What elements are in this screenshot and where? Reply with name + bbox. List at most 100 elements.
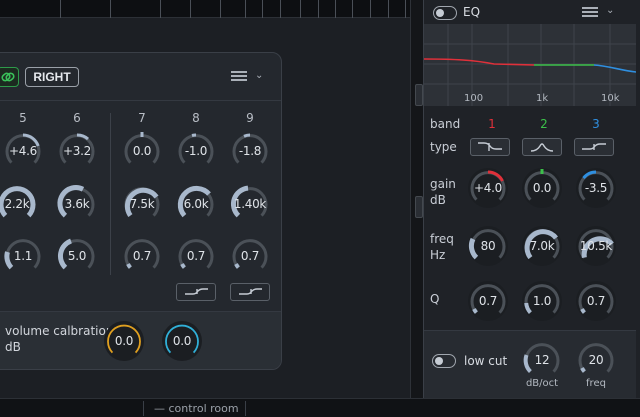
low-cut-freq-knob[interactable]: 20 <box>574 338 618 382</box>
low-cut-slope-unit: dB/oct <box>525 378 559 389</box>
band-number-3: 3 <box>592 117 600 131</box>
q-value-8: 0.7 <box>186 249 206 263</box>
freq-row-label: freq <box>430 232 454 246</box>
band-number-5: 5 <box>19 111 27 125</box>
eq-freq-knob-1[interactable]: 80 <box>466 224 510 268</box>
high-shelf-icon <box>239 288 262 295</box>
gain-knob-7[interactable]: 0.0 <box>120 129 164 173</box>
freq-knob-9[interactable]: 1.40k <box>228 182 272 226</box>
control-room-label[interactable]: — control room <box>154 402 239 415</box>
status-separator <box>143 401 144 416</box>
gain-knob-5[interactable]: +4.6 <box>1 129 45 173</box>
band-9-type-button[interactable] <box>230 283 270 301</box>
channel-right-button[interactable]: RIGHT <box>25 67 79 87</box>
eq-title: EQ <box>463 5 481 19</box>
eq-q-value-3: 0.7 <box>586 294 606 308</box>
eq-gain-knob-2[interactable]: 0.0 <box>520 166 564 210</box>
column-divider <box>110 113 111 275</box>
low-cut-toggle[interactable] <box>432 354 456 368</box>
splitter-handle[interactable] <box>415 84 423 106</box>
gain-knob-8[interactable]: -1.0 <box>174 129 218 173</box>
chevron-down-icon[interactable]: ⌄ <box>606 5 614 16</box>
freq-knob-6[interactable]: 3.6k <box>55 182 99 226</box>
chevron-down-icon[interactable]: ⌄ <box>255 70 263 81</box>
ruler-tick <box>190 0 191 18</box>
link-channels-button[interactable] <box>0 67 19 87</box>
ruler-tick <box>220 0 221 18</box>
freq-knob-8[interactable]: 6.0k <box>174 182 218 226</box>
band-number-2: 2 <box>540 117 548 131</box>
menu-icon[interactable] <box>582 7 598 18</box>
band-number-6: 6 <box>73 111 81 125</box>
splitter-handle[interactable] <box>415 196 423 218</box>
ruler-tick <box>388 0 389 18</box>
gain-row-label: gain <box>430 177 456 191</box>
low-shelf-icon <box>478 142 502 151</box>
eq-q-knob-1[interactable]: 0.7 <box>466 279 510 323</box>
eq-freq-value-1: 80 <box>480 239 496 253</box>
freq-knob-7[interactable]: 7.5k <box>120 182 164 226</box>
band-8-type-button[interactable] <box>176 283 216 301</box>
menu-icon[interactable] <box>231 71 247 82</box>
bell-icon <box>530 143 554 152</box>
eq-q-knob-3[interactable]: 0.7 <box>574 279 618 323</box>
high-shelf-icon <box>185 288 208 295</box>
low-cut-slope-knob[interactable]: 12 <box>520 338 564 382</box>
status-bar <box>0 398 640 417</box>
window-splitter[interactable] <box>410 0 423 404</box>
panel-divider <box>0 100 281 101</box>
volume-calibration-unit: dB <box>5 340 21 354</box>
eq-window: EQ ⌄ 100 1k 10k band 1 2 3 type gain dB <box>423 0 640 404</box>
ruler-tick <box>110 0 111 18</box>
volume-knob-left[interactable]: 0.0 <box>102 319 146 363</box>
ruler-tick <box>280 0 281 18</box>
band-number-7: 7 <box>138 111 146 125</box>
q-knob-6[interactable]: 5.0 <box>55 234 99 278</box>
eq-freq-value-3: 10.5k <box>579 239 613 253</box>
q-knob-8[interactable]: 0.7 <box>174 234 218 278</box>
gain-knob-9[interactable]: -1.8 <box>228 129 272 173</box>
gain-value-8: -1.0 <box>184 144 208 158</box>
gain-row-unit: dB <box>430 193 446 207</box>
low-cut-freq-value: 20 <box>588 353 604 367</box>
q-value-7: 0.7 <box>132 249 152 263</box>
volume-value-right: 0.0 <box>172 334 192 348</box>
eq-power-toggle[interactable] <box>433 6 457 20</box>
q-knob-7[interactable]: 0.7 <box>120 234 164 278</box>
q-knob-5[interactable]: 1.1 <box>1 234 45 278</box>
band-number-1: 1 <box>488 117 496 131</box>
eq-gain-knob-3[interactable]: -3.5 <box>574 166 618 210</box>
q-knob-9[interactable]: 0.7 <box>228 234 272 278</box>
q-value-5: 1.1 <box>13 249 33 263</box>
low-cut-label: low cut <box>464 354 508 368</box>
eq-gain-value-1: +4.0 <box>474 181 502 195</box>
high-shelf-icon <box>582 143 606 150</box>
ruler-tick <box>335 0 336 18</box>
volume-calibration-label: volume calbration <box>5 324 114 338</box>
band-1-type-button[interactable] <box>470 138 510 156</box>
gain-value-9: -1.8 <box>238 144 262 158</box>
freq-axis-1k: 1k <box>536 93 549 104</box>
band-number-9: 9 <box>246 111 254 125</box>
low-cut-freq-unit: freq <box>586 378 606 389</box>
eq-gain-knob-1[interactable]: +4.0 <box>466 166 510 210</box>
eq-freq-value-2: 7.0k <box>529 239 555 253</box>
band-2-type-button[interactable] <box>522 138 562 156</box>
ruler-tick <box>262 0 263 18</box>
low-cut-slope-value: 12 <box>534 353 550 367</box>
freq-axis-10k: 10k <box>601 93 620 104</box>
gain-knob-6[interactable]: +3.2 <box>55 129 99 173</box>
volume-knob-right[interactable]: 0.0 <box>160 319 204 363</box>
gain-value-5: +4.6 <box>9 144 37 158</box>
q-value-6: 5.0 <box>67 249 87 263</box>
eq-q-knob-2[interactable]: 1.0 <box>520 279 564 323</box>
q-row-label: Q <box>430 292 440 306</box>
eq-gain-value-2: 0.0 <box>532 181 552 195</box>
ruler-tick <box>370 0 371 18</box>
eq-freq-knob-3[interactable]: 10.5k <box>574 224 618 268</box>
ruler-tick <box>405 0 406 18</box>
eq-gain-value-3: -3.5 <box>584 181 608 195</box>
freq-knob-5[interactable]: 2.2k <box>0 182 39 226</box>
eq-freq-knob-2[interactable]: 7.0k <box>520 224 564 268</box>
band-3-type-button[interactable] <box>574 138 614 156</box>
